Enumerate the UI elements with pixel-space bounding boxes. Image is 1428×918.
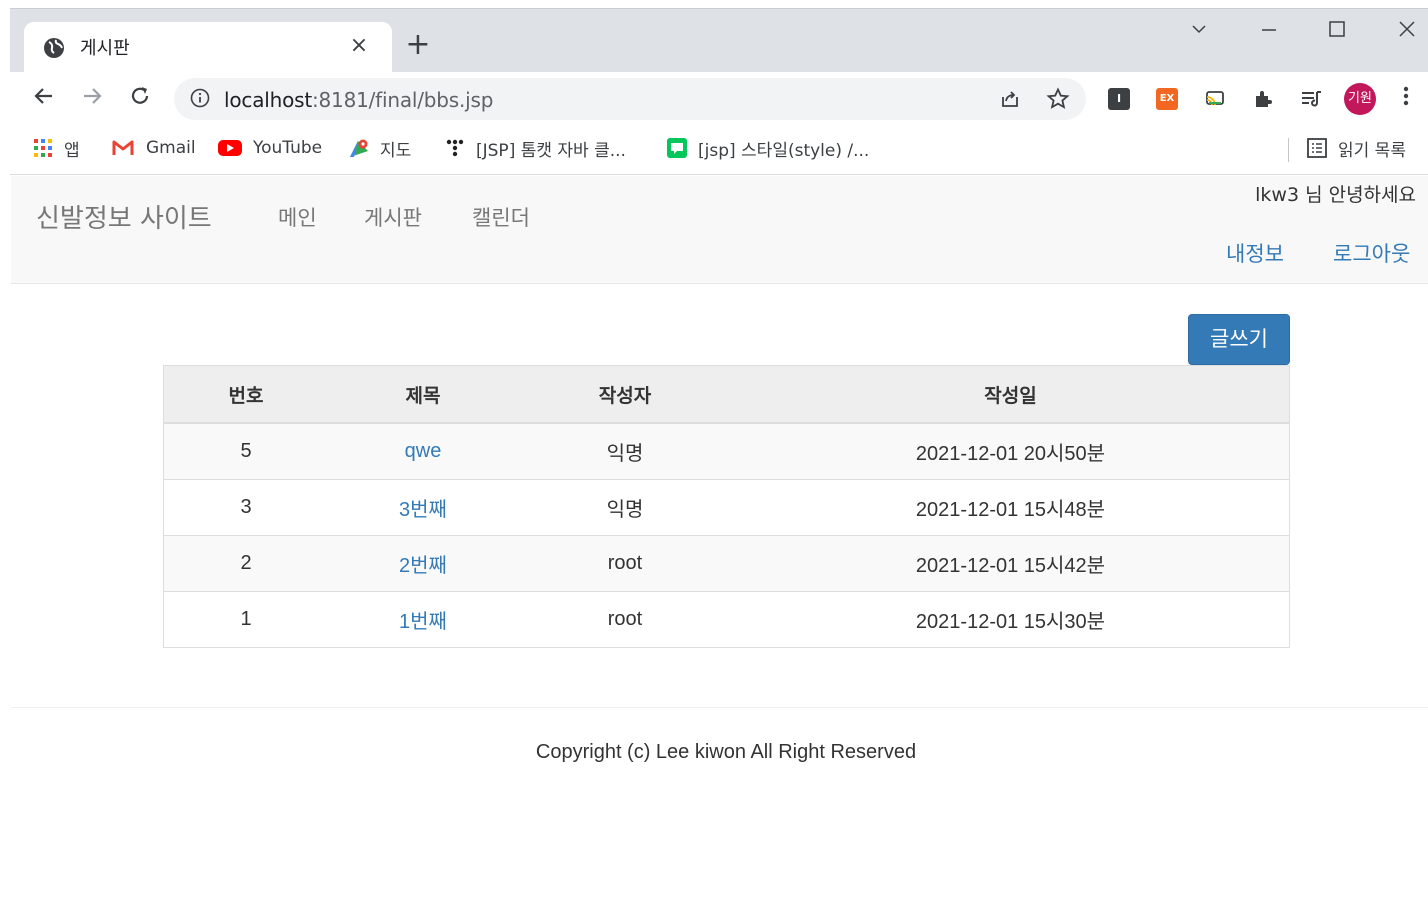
table-row: 3 3번째 익명 2021-12-01 15시48분 bbox=[163, 479, 1290, 536]
site-navbar: 신발정보 사이트 메인 게시판 캘린더 lkw3 님 안녕하세요 내정보 로그아… bbox=[11, 176, 1428, 284]
reload-icon[interactable] bbox=[124, 84, 156, 114]
bookmark-apps[interactable]: 앱 bbox=[32, 136, 80, 161]
close-tab-icon[interactable]: × bbox=[346, 33, 372, 59]
tab-title: 게시판 bbox=[80, 38, 130, 59]
chat-bubble-icon bbox=[667, 138, 687, 158]
board-table: 번호 제목 작성자 작성일 5 qwe 익명 2021-12-01 20시50분… bbox=[163, 365, 1290, 648]
extensions-puzzle-icon[interactable] bbox=[1252, 88, 1274, 110]
cell-no: 5 bbox=[163, 422, 328, 480]
table-header-row: 번호 제목 작성자 작성일 bbox=[163, 365, 1290, 424]
cell-date: 2021-12-01 15시30분 bbox=[732, 591, 1290, 648]
header-author: 작성자 bbox=[518, 365, 732, 424]
address-bar[interactable]: localhost:8181/final/bbs.jsp bbox=[174, 78, 1086, 120]
reading-list-icon bbox=[1307, 138, 1327, 158]
forward-icon[interactable] bbox=[76, 84, 108, 114]
tab-board[interactable]: 게시판 × bbox=[24, 22, 392, 74]
menu-kebab-icon[interactable] bbox=[1396, 84, 1416, 114]
cell-title: 3번째 bbox=[328, 479, 518, 536]
maximize-icon[interactable] bbox=[1322, 19, 1352, 43]
nav-calendar[interactable]: 캘린더 bbox=[472, 202, 530, 232]
cell-author: root bbox=[518, 591, 732, 648]
nav-board[interactable]: 게시판 bbox=[364, 202, 422, 232]
maps-icon bbox=[350, 139, 368, 157]
youtube-icon bbox=[218, 140, 242, 156]
cell-title: 1번째 bbox=[328, 591, 518, 648]
reading-list-label: 읽기 목록 bbox=[1338, 140, 1406, 161]
bookmark-jsp-tomcat-label: [JSP] 톰캣 자바 클... bbox=[476, 140, 626, 161]
media-queue-icon[interactable] bbox=[1300, 88, 1322, 110]
post-title-link[interactable]: 2번째 bbox=[399, 555, 447, 577]
bookmark-youtube[interactable]: YouTube bbox=[217, 136, 322, 160]
table-row: 2 2번째 root 2021-12-01 15시42분 bbox=[163, 535, 1290, 592]
apps-grid-icon bbox=[34, 139, 52, 157]
cell-author: 익명 bbox=[518, 422, 732, 480]
bookmarks-bar: 앱 Gmail YouTube 지도 [JSP] 톰캣 자바 클... [jsp… bbox=[10, 126, 1428, 175]
cell-date: 2021-12-01 15시48분 bbox=[732, 479, 1290, 536]
tab-search-icon[interactable] bbox=[1184, 19, 1214, 43]
header-date: 작성일 bbox=[732, 365, 1290, 424]
cell-title: qwe bbox=[328, 422, 518, 480]
info-icon[interactable] bbox=[190, 88, 210, 108]
bookmark-jsp-style[interactable]: [jsp] 스타일(style) /... bbox=[666, 136, 870, 161]
bookmark-star-icon[interactable] bbox=[1046, 87, 1070, 111]
share-icon[interactable] bbox=[998, 87, 1022, 111]
user-greeting: lkw3 님 안녕하세요 bbox=[1255, 184, 1416, 206]
write-button[interactable]: 글쓰기 bbox=[1188, 314, 1290, 365]
cell-no: 1 bbox=[163, 591, 328, 648]
gmail-icon bbox=[112, 140, 134, 155]
header-title: 제목 bbox=[328, 365, 518, 424]
bookmark-maps[interactable]: 지도 bbox=[348, 136, 412, 161]
extension-ex-icon[interactable]: EX bbox=[1156, 88, 1178, 110]
site-brand[interactable]: 신발정보 사이트 bbox=[36, 198, 212, 235]
cell-author: 익명 bbox=[518, 479, 732, 536]
cell-no: 2 bbox=[163, 535, 328, 592]
bookmark-youtube-label: YouTube bbox=[253, 138, 323, 158]
url-host: localhost bbox=[224, 88, 312, 112]
cast-icon[interactable] bbox=[1204, 88, 1226, 110]
bookmark-jsp-style-label: [jsp] 스타일(style) /... bbox=[698, 140, 870, 161]
minimize-icon[interactable] bbox=[1254, 19, 1284, 43]
bookmark-divider bbox=[1288, 138, 1289, 162]
bookmark-jsp-tomcat[interactable]: [JSP] 톰캣 자바 클... bbox=[444, 136, 626, 161]
profile-avatar[interactable]: 기원 bbox=[1344, 83, 1376, 115]
tab-strip: 게시판 × + bbox=[10, 8, 1428, 74]
post-title-link[interactable]: 3번째 bbox=[399, 499, 447, 521]
footer-divider bbox=[11, 707, 1428, 708]
new-tab-button[interactable]: + bbox=[402, 29, 434, 61]
close-window-icon[interactable] bbox=[1392, 19, 1422, 43]
extension-i-icon[interactable]: I bbox=[1108, 88, 1130, 110]
browser-toolbar: localhost:8181/final/bbs.jsp I EX 기원 bbox=[10, 72, 1428, 126]
nav-logout[interactable]: 로그아웃 bbox=[1333, 238, 1410, 268]
cell-date: 2021-12-01 15시42분 bbox=[732, 535, 1290, 592]
footer-copyright: Copyright (c) Lee kiwon All Right Reserv… bbox=[535, 741, 917, 763]
table-row: 5 qwe 익명 2021-12-01 20시50분 bbox=[163, 422, 1290, 480]
globe-icon bbox=[44, 38, 64, 58]
tistory-icon bbox=[446, 139, 464, 157]
table-row: 1 1번째 root 2021-12-01 15시30분 bbox=[163, 591, 1290, 648]
post-title-link[interactable]: 1번째 bbox=[399, 611, 447, 633]
bookmark-gmail-label: Gmail bbox=[146, 138, 196, 158]
nav-my-info[interactable]: 내정보 bbox=[1226, 238, 1284, 268]
post-title-link[interactable]: qwe bbox=[405, 440, 442, 462]
cell-title: 2번째 bbox=[328, 535, 518, 592]
header-no: 번호 bbox=[163, 365, 328, 424]
bookmark-gmail[interactable]: Gmail bbox=[110, 136, 196, 160]
nav-main[interactable]: 메인 bbox=[278, 202, 317, 232]
window-edge bbox=[0, 0, 10, 918]
reading-list[interactable]: 읽기 목록 bbox=[1306, 136, 1406, 161]
cell-author: root bbox=[518, 535, 732, 592]
cell-no: 3 bbox=[163, 479, 328, 536]
url-text: localhost:8181/final/bbs.jsp bbox=[224, 88, 493, 112]
url-path: :8181/final/bbs.jsp bbox=[311, 88, 494, 112]
bookmark-maps-label: 지도 bbox=[380, 140, 412, 161]
cell-date: 2021-12-01 20시50분 bbox=[732, 422, 1290, 480]
bookmark-apps-label: 앱 bbox=[64, 140, 80, 161]
back-icon[interactable] bbox=[28, 84, 60, 114]
